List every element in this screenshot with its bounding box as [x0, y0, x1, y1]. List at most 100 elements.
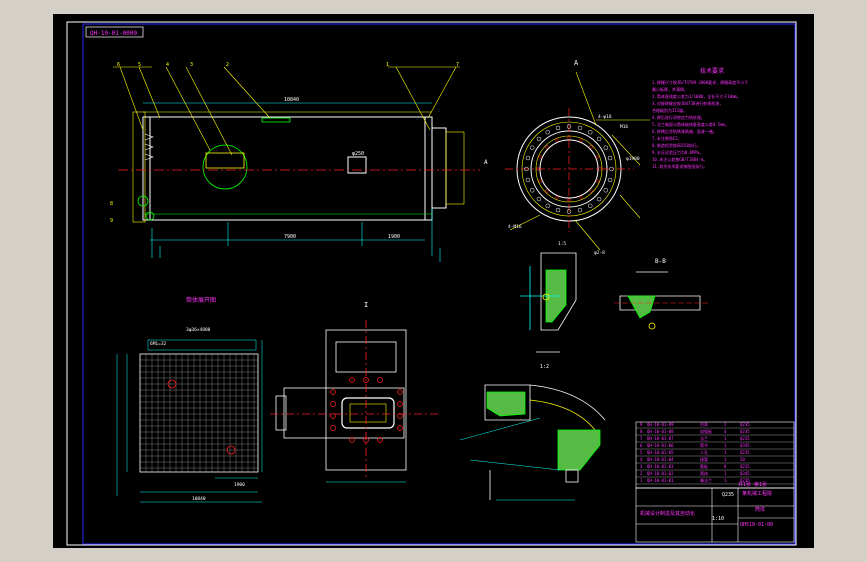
bolt-hole	[607, 177, 613, 183]
bolt-hole	[397, 425, 403, 431]
bom-cell: 端法兰	[700, 477, 712, 483]
weld-section-detail	[520, 252, 577, 353]
bom-cell: 5	[640, 450, 643, 455]
bolt-hole	[555, 207, 561, 213]
note-line: 4.焊后进行消除应力热处理。	[652, 114, 705, 120]
title-flatten: 筒体展开图	[186, 296, 216, 304]
dim-lower-length: 7900	[284, 234, 296, 240]
bom-cell: 1	[724, 471, 727, 476]
balloon-2: 5	[138, 62, 141, 68]
bolt-hole	[377, 377, 383, 383]
flange-label-diam: φ1900	[626, 156, 640, 162]
inner-hole	[579, 195, 583, 200]
bom-cell: 人孔	[700, 449, 708, 455]
bom-cell: 吊耳	[700, 422, 708, 427]
main-leader-lines	[113, 66, 460, 156]
bom-cell: QH-10-01-04	[647, 457, 674, 462]
inner-hole	[538, 155, 543, 159]
bom-cell: 4	[640, 457, 643, 462]
view-label-i: I	[364, 301, 368, 309]
bom-table: 9 QH-10-01-09 吊耳 2 Q235 8 QH-10-01-08 加强板 4 Q235 7…	[636, 422, 794, 485]
title-material: Q235	[722, 492, 734, 498]
main-view-text: 10840 7900 1900 φ250 A 6 5 4 3 2 1 7 8 9	[110, 62, 488, 240]
flatten-bottom-dim: 10840	[192, 496, 206, 502]
flange-labels: 4-φ18 M16 4-M16 φ2-8 φ1900 1:5	[508, 114, 640, 256]
note-line: 5.法兰端面与筒体轴线垂直度公差0.5mm。	[652, 121, 729, 127]
bom-cell: 筋板	[700, 463, 708, 469]
bolt-hole	[536, 196, 542, 202]
bolt-hole	[603, 188, 609, 193]
bolt-hole	[603, 145, 609, 150]
bom-cell: 8	[640, 429, 643, 434]
section-bb-view	[614, 271, 708, 330]
bom-cell: 2	[640, 471, 643, 476]
flatten-view	[139, 339, 259, 473]
dim-total-length: 10840	[284, 97, 299, 103]
bolt-hole	[545, 203, 550, 209]
bom-cell: 1	[724, 443, 727, 448]
bom-cell: Q235	[740, 422, 750, 427]
flatten-text: 3φ36×4800 6M1=32 10840 1900	[150, 327, 245, 502]
balloon-4: 3	[190, 62, 193, 68]
bolt-hole	[577, 207, 583, 213]
bom-cell: 法兰	[700, 435, 708, 441]
bom-cell: 8	[724, 464, 727, 469]
flatten-top-dim: 3φ36×4800	[186, 327, 211, 333]
bom-cell: 1	[724, 436, 727, 441]
bolt-hole	[397, 401, 403, 407]
bom-cell: QH-10-01-06	[647, 443, 674, 448]
flange-label-holes: 4-φ18	[598, 114, 612, 120]
bom-cell: 接管	[700, 456, 708, 462]
note-line: 3.对接焊缝应按JB4730进行射线检测，	[652, 100, 723, 106]
bom-cell: QH-10-01-07	[647, 436, 674, 441]
weld-section-scale: 1:2	[540, 364, 549, 370]
bom-cell: 筒体	[700, 470, 708, 476]
title-dept: 机械设计制造及其自动化	[640, 510, 695, 517]
bom-cell: QH-10-01-09	[647, 422, 674, 427]
note-line: 2.筒体直线度公差为1/1000，全长不大于10mm。	[652, 93, 741, 99]
bolt-hole	[330, 425, 336, 431]
balloon-9: 9	[110, 218, 113, 224]
bom-cell: Q235	[740, 450, 750, 455]
bolt-hole	[330, 401, 336, 407]
bolt-hole	[330, 413, 336, 419]
bolt-hole	[349, 377, 355, 383]
flatten-holes	[167, 379, 236, 455]
bom-cell: QH-10-01-08	[647, 429, 674, 434]
bom-cell: 筒节	[700, 442, 708, 448]
bolt-hole	[536, 136, 542, 142]
flange-label-bolt: M16	[620, 124, 628, 130]
cad-viewport[interactable]: QH-10-01-0000 技术要求 筒体展开图 A B-B I 10840 7…	[0, 0, 867, 562]
bom-cell: 加强板	[700, 428, 712, 434]
bom-cell: 7	[640, 436, 643, 441]
inner-hole	[595, 155, 600, 159]
flatten-left-note: 6M1=32	[150, 341, 167, 347]
bolt-hole	[330, 389, 336, 395]
inner-hole	[555, 138, 559, 143]
bolt-hole	[525, 177, 531, 183]
section-i-bolts	[330, 377, 403, 443]
inner-hole	[595, 179, 600, 183]
main-cylinder-view	[132, 111, 465, 223]
bolt-hole	[596, 196, 602, 202]
section-marker-left: A	[484, 159, 488, 166]
drawing-canvas: QH-10-01-0000 技术要求 筒体展开图 A B-B I 10840 7…	[66, 21, 797, 546]
view-label-bb: B-B	[655, 258, 666, 265]
bom-cell: QH-10-01-01	[647, 478, 674, 483]
bolt-hole	[529, 145, 535, 150]
bom-cell: Q345	[740, 443, 750, 448]
inner-hole	[545, 145, 549, 149]
bolt-hole	[588, 203, 593, 209]
bom-cell: Q235	[740, 429, 750, 434]
bolt-hole	[525, 155, 531, 161]
bolt-hole	[529, 188, 535, 193]
flange-label-mark: φ2-8	[594, 250, 605, 256]
bom-cell: QH-10-01-03	[647, 464, 674, 469]
inner-hole	[579, 138, 583, 143]
note-line: 6.除锈后涂防锈漆两遍，面漆一遍。	[652, 128, 717, 134]
bom-cell: Q345	[740, 471, 750, 476]
bom-cell: 2	[724, 422, 727, 427]
inner-hole	[555, 195, 559, 200]
balloon-6: 1	[386, 62, 389, 68]
bom-cell: QH-10-01-05	[647, 450, 674, 455]
